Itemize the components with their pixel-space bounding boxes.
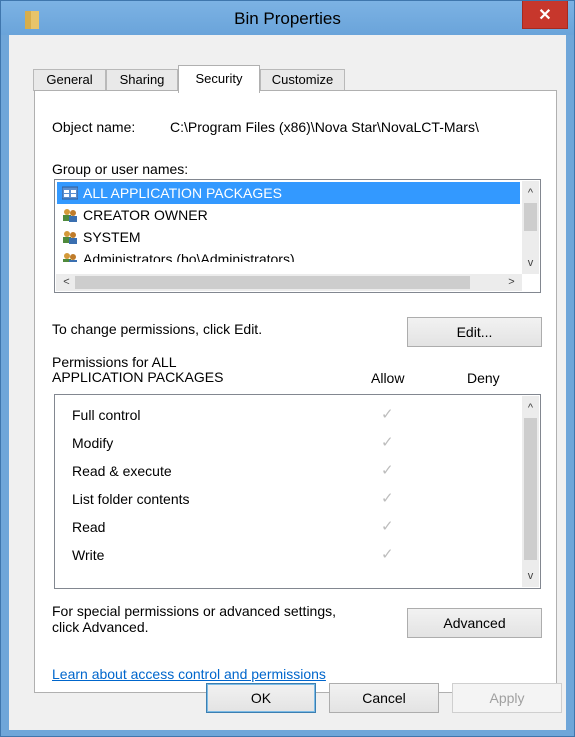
list-item[interactable]: ALL APPLICATION PACKAGES	[57, 182, 520, 204]
cancel-button[interactable]: Cancel	[329, 683, 439, 713]
tab-general[interactable]: General	[33, 69, 106, 91]
advanced-button[interactable]: Advanced	[407, 608, 542, 638]
close-button[interactable]: ✕	[522, 1, 568, 29]
window-title: Bin Properties	[234, 9, 341, 28]
group-list-horizontal-scrollbar[interactable]: < >	[56, 274, 522, 291]
scroll-thumb[interactable]	[524, 418, 537, 560]
tab-sharing[interactable]: Sharing	[106, 69, 178, 91]
scroll-down-icon[interactable]: v	[522, 568, 539, 585]
group-names-label: Group or user names:	[52, 161, 189, 177]
advanced-text: For special permissions or advanced sett…	[52, 603, 336, 635]
object-name-value: C:\Program Files (x86)\Nova Star\NovaLCT…	[170, 119, 479, 135]
dialog-body: General Sharing Security Customize Objec…	[9, 35, 566, 730]
deny-header: Deny	[467, 370, 500, 386]
permission-name: List folder contents	[72, 491, 190, 507]
permission-name: Full control	[72, 407, 141, 423]
list-item[interactable]: SYSTEM	[57, 226, 520, 248]
scroll-up-icon[interactable]: ^	[522, 400, 539, 417]
permissions-list[interactable]: Full control ✓ Modify ✓ Read & execute ✓…	[54, 394, 541, 589]
permission-name: Read & execute	[72, 463, 172, 479]
security-panel: Object name: C:\Program Files (x86)\Nova…	[34, 90, 557, 693]
list-item[interactable]: Administrators (bo\Administrators)	[57, 248, 520, 262]
scroll-down-icon[interactable]: v	[522, 255, 539, 272]
permissions-title: Permissions for ALL APPLICATION PACKAGES	[52, 355, 223, 385]
permissions-title-line2: APPLICATION PACKAGES	[52, 369, 224, 385]
scroll-right-icon[interactable]: >	[503, 274, 520, 291]
permission-name: Read	[72, 519, 106, 535]
group-list[interactable]: ALL APPLICATION PACKAGES CREATOR OWNER S…	[54, 179, 541, 293]
packages-icon	[62, 186, 78, 200]
allow-check-icon: ✓	[381, 490, 394, 507]
allow-check-icon: ✓	[381, 434, 394, 451]
list-item[interactable]: CREATOR OWNER	[57, 204, 520, 226]
advanced-text-line2: click Advanced.	[52, 619, 149, 635]
scroll-left-icon[interactable]: <	[58, 274, 75, 291]
users-icon	[63, 231, 77, 244]
apply-button[interactable]: Apply	[452, 683, 562, 713]
group-list-vertical-scrollbar[interactable]: ^ v	[522, 181, 539, 274]
title-bar[interactable]: Bin Properties ✕	[1, 1, 574, 35]
allow-check-icon: ✓	[381, 406, 394, 423]
allow-check-icon: ✓	[381, 462, 394, 479]
tab-customize[interactable]: Customize	[260, 69, 345, 91]
permissions-title-line1: Permissions for ALL	[52, 354, 177, 370]
scroll-thumb[interactable]	[75, 276, 470, 289]
properties-window: Bin Properties ✕ General Sharing Securit…	[0, 0, 575, 737]
allow-check-icon: ✓	[381, 546, 394, 563]
tab-security[interactable]: Security	[178, 65, 260, 93]
permissions-vertical-scrollbar[interactable]: ^ v	[522, 396, 539, 587]
permission-name: Modify	[72, 435, 114, 451]
ok-button[interactable]: OK	[206, 683, 316, 713]
scroll-thumb[interactable]	[524, 203, 537, 231]
users-icon	[63, 253, 77, 262]
scroll-up-icon[interactable]: ^	[522, 185, 539, 202]
object-name-label: Object name:	[52, 119, 136, 135]
advanced-text-line1: For special permissions or advanced sett…	[52, 603, 337, 619]
change-permissions-text: To change permissions, click Edit.	[52, 321, 263, 337]
permission-name: Write	[72, 547, 105, 563]
access-control-link[interactable]: Learn about access control and permissio…	[52, 666, 326, 682]
close-icon: ✕	[538, 6, 552, 24]
users-icon	[63, 209, 77, 222]
allow-header: Allow	[371, 370, 405, 386]
allow-check-icon: ✓	[381, 518, 394, 535]
edit-button[interactable]: Edit...	[407, 317, 542, 347]
